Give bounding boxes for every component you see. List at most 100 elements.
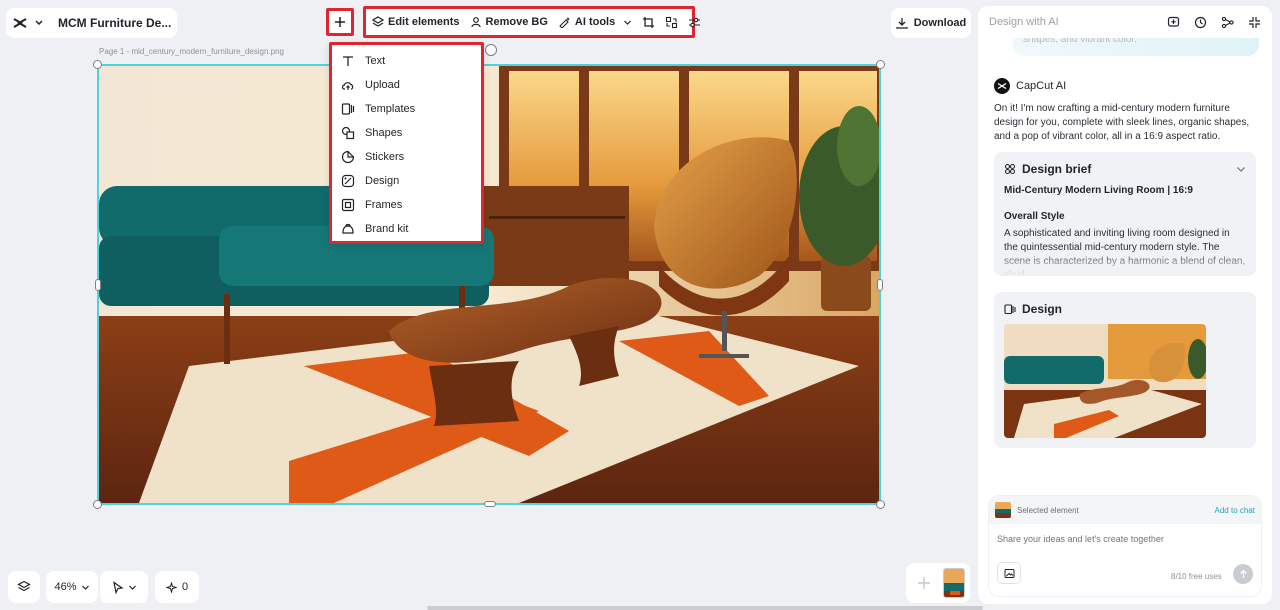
resize-handle-top-right[interactable] bbox=[876, 60, 885, 69]
zoom-value: 46% bbox=[54, 581, 77, 593]
menu-item-shapes[interactable]: Shapes bbox=[332, 121, 481, 145]
menu-item-design[interactable]: Design bbox=[332, 169, 481, 193]
resize-handle-bottom-right[interactable] bbox=[876, 500, 885, 509]
adjust-sliders-icon[interactable] bbox=[688, 16, 701, 29]
brand-kit-icon bbox=[341, 222, 355, 236]
arrow-up-icon bbox=[1239, 569, 1248, 579]
shapes-icon bbox=[341, 126, 355, 140]
chat-input[interactable] bbox=[997, 534, 1253, 544]
design-result-card: Design bbox=[994, 292, 1256, 448]
canvas-image[interactable] bbox=[93, 44, 885, 509]
menu-item-label: Templates bbox=[365, 103, 416, 115]
resize-handle-bottom-left[interactable] bbox=[93, 500, 102, 509]
image-attach-icon bbox=[1004, 568, 1015, 579]
top-toolbar: Edit elements Remove BG AI tools bbox=[363, 6, 701, 38]
pages-panel bbox=[906, 563, 970, 603]
selected-element-label: Selected element bbox=[1017, 505, 1079, 515]
menu-item-frames[interactable]: Frames bbox=[332, 193, 481, 217]
project-title[interactable]: MCM Furniture De... bbox=[58, 16, 171, 30]
ai-count: 0 bbox=[181, 581, 189, 593]
project-menu[interactable]: MCM Furniture De... bbox=[6, 8, 178, 38]
ai-tools-label: AI tools bbox=[574, 16, 616, 28]
capcut-avatar-icon bbox=[994, 78, 1010, 94]
free-uses-counter: 8/10 free uses bbox=[1171, 572, 1222, 581]
chat-composer: Selected element Add to chat 8/10 free u… bbox=[989, 496, 1261, 596]
menu-item-templates[interactable]: Templates bbox=[332, 97, 481, 121]
selected-element-bar: Selected element Add to chat bbox=[989, 496, 1261, 524]
resize-handle-top-left[interactable] bbox=[93, 60, 102, 69]
history-icon[interactable] bbox=[1194, 16, 1207, 29]
cloud-upload-icon bbox=[341, 78, 355, 92]
ai-chat-panel: shapes, and vibrant color. Design with A… bbox=[978, 6, 1272, 604]
resize-handle-right[interactable] bbox=[877, 279, 883, 291]
design-result-title: Design bbox=[1022, 302, 1063, 316]
menu-item-label: Brand kit bbox=[365, 223, 409, 235]
collapse-icon[interactable] bbox=[1248, 16, 1261, 29]
design-brief-card[interactable]: Design brief Mid-Century Modern Living R… bbox=[994, 152, 1256, 276]
plus-icon bbox=[334, 16, 346, 28]
layers-icon bbox=[17, 580, 31, 594]
templates-icon bbox=[341, 102, 355, 116]
add-element-button[interactable] bbox=[326, 8, 354, 36]
ai-tools-button[interactable]: AI tools bbox=[558, 16, 632, 28]
layers-icon bbox=[372, 16, 384, 28]
menu-item-label: Text bbox=[365, 55, 386, 67]
plus-icon bbox=[917, 576, 931, 590]
ai-message: On it! I'm now crafting a mid-century mo… bbox=[994, 103, 1250, 142]
menu-item-label: Shapes bbox=[365, 127, 403, 139]
design-result-icon bbox=[1004, 303, 1016, 315]
remove-bg-button[interactable]: Remove BG bbox=[470, 16, 548, 28]
transform-icon[interactable] bbox=[665, 16, 678, 29]
ai-sender: CapCut AI bbox=[994, 78, 1066, 94]
panel-title: Design with AI bbox=[989, 16, 1059, 28]
insert-menu: Text Upload Templates Shapes Stickers De… bbox=[329, 42, 484, 244]
menu-item-upload[interactable]: Upload bbox=[332, 73, 481, 97]
menu-item-text[interactable]: Text bbox=[332, 49, 481, 73]
attach-image-button[interactable] bbox=[997, 562, 1021, 584]
menu-item-label: Stickers bbox=[365, 151, 405, 163]
chevron-down-icon[interactable] bbox=[1236, 166, 1246, 173]
page-thumbnail[interactable] bbox=[943, 568, 965, 598]
download-button[interactable]: Download bbox=[891, 8, 971, 38]
magic-pen-icon bbox=[558, 16, 571, 28]
rotate-handle-icon[interactable] bbox=[485, 44, 497, 56]
menu-item-label: Design bbox=[365, 175, 400, 187]
brief-icon bbox=[1004, 163, 1016, 175]
ai-sender-name: CapCut AI bbox=[1016, 80, 1067, 92]
crop-icon[interactable] bbox=[642, 16, 655, 29]
design-result-header: Design bbox=[994, 292, 1256, 316]
new-chat-icon[interactable] bbox=[1167, 16, 1180, 29]
add-page-button[interactable] bbox=[911, 570, 937, 596]
layers-button[interactable] bbox=[8, 571, 40, 603]
menu-item-stickers[interactable]: Stickers bbox=[332, 145, 481, 169]
design-thumbnail[interactable] bbox=[1004, 324, 1206, 438]
living-room-illustration bbox=[99, 66, 879, 503]
chevron-down-icon[interactable] bbox=[34, 19, 44, 27]
download-icon bbox=[896, 17, 908, 29]
panel-header: Design with AI bbox=[978, 6, 1272, 38]
remove-bg-label: Remove BG bbox=[485, 16, 548, 28]
design-icon bbox=[341, 174, 355, 188]
horizontal-scrollbar[interactable] bbox=[427, 606, 983, 610]
capcut-logo-icon bbox=[12, 16, 28, 30]
zoom-select[interactable]: 46% bbox=[46, 571, 98, 603]
resize-handle-left[interactable] bbox=[95, 279, 101, 291]
menu-item-brand-kit[interactable]: Brand kit bbox=[332, 217, 481, 241]
design-brief-title: Design brief bbox=[1022, 162, 1092, 176]
sticker-icon bbox=[341, 150, 355, 164]
menu-item-label: Frames bbox=[365, 199, 403, 211]
resize-handle-bottom[interactable] bbox=[484, 501, 496, 507]
cursor-tool-select[interactable] bbox=[100, 571, 148, 603]
send-button[interactable] bbox=[1233, 564, 1253, 584]
edit-elements-label: Edit elements bbox=[388, 16, 460, 28]
design-brief-subtitle: Mid-Century Modern Living Room | 16:9 bbox=[1004, 185, 1193, 196]
edit-elements-button[interactable]: Edit elements bbox=[372, 16, 460, 28]
branch-icon[interactable] bbox=[1221, 16, 1234, 29]
add-to-chat-button[interactable]: Add to chat bbox=[1215, 506, 1255, 515]
design-brief-section: Overall Style bbox=[1004, 211, 1065, 222]
menu-item-label: Upload bbox=[365, 79, 400, 91]
frame-icon bbox=[341, 198, 355, 212]
design-brief-header: Design brief bbox=[994, 152, 1256, 176]
person-icon bbox=[470, 16, 482, 28]
ai-sparkle-button[interactable]: 0 bbox=[155, 571, 199, 603]
